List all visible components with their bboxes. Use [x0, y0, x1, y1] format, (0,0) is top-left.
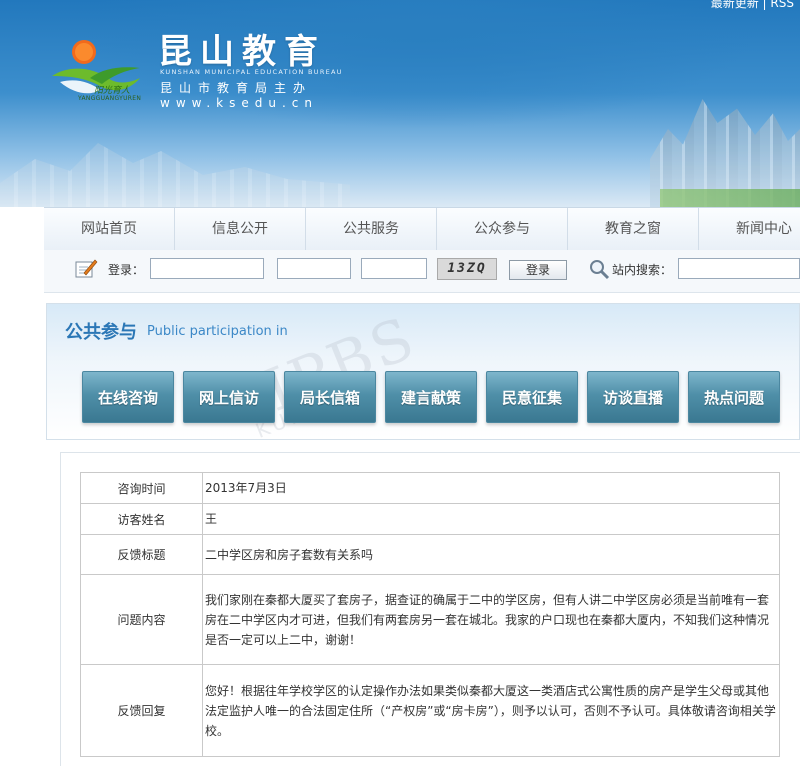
name-value: 王: [202, 503, 780, 535]
question-value: 我们家刚在秦都大厦买了套房子，据查证的确属于二中的学区房，但有人讲二中学区房必须…: [202, 574, 780, 665]
question-label: 问题内容: [80, 574, 203, 665]
site-english-name: KUNSHAN MUNICIPAL EDUCATION BUREAU: [160, 68, 343, 76]
section-panel: 公共参与 Public participation in IPBS KUNSHA…: [46, 303, 800, 443]
nav-home[interactable]: 网站首页: [44, 208, 175, 250]
consultation-detail-table: 咨询时间 2013年7月3日 访客姓名 王 反馈标题 二中学区房和房子套数有关系…: [80, 472, 780, 757]
table-row: 访客姓名 王: [80, 503, 780, 535]
pen-icon: [75, 259, 98, 278]
nav-info-disclosure[interactable]: 信息公开: [175, 208, 306, 250]
nav-education-window[interactable]: 教育之窗: [568, 208, 699, 250]
login-button[interactable]: 登录: [509, 260, 567, 280]
site-url: www.ksedu.cn: [160, 96, 318, 110]
btn-director-mailbox[interactable]: 局长信箱: [284, 371, 376, 423]
reply-label: 反馈回复: [80, 664, 203, 757]
captcha-image[interactable]: 13ZQ: [437, 258, 497, 280]
search-label: 站内搜索：: [612, 263, 673, 277]
btn-online-petition[interactable]: 网上信访: [183, 371, 275, 423]
btn-suggestions[interactable]: 建言献策: [385, 371, 477, 423]
nav-news-center[interactable]: 新闻中心: [699, 208, 800, 250]
rss-link[interactable]: RSS: [770, 0, 794, 10]
header-banner: 最新更新 | RSS 阳光育人 YANGGUANGYUREN 昆山教育 KUNS…: [0, 0, 800, 207]
login-bar: 登录： 13ZQ 登录 站内搜索：: [44, 250, 800, 293]
btn-hot-topics[interactable]: 热点问题: [688, 371, 780, 423]
section-subtitle: Public participation in: [147, 324, 288, 339]
table-row: 反馈回复 您好！根据往年学校学区的认定操作办法如果类似秦都大厦这一类酒店式公寓性…: [80, 664, 780, 757]
btn-public-opinion[interactable]: 民意征集: [486, 371, 578, 423]
name-label: 访客姓名: [80, 503, 203, 535]
main-nav: 网站首页 信息公开 公共服务 公众参与 教育之窗 新闻中心: [44, 207, 800, 251]
nav-public-participation[interactable]: 公众参与: [437, 208, 568, 250]
username-input[interactable]: [150, 258, 264, 279]
table-row: 咨询时间 2013年7月3日: [80, 472, 780, 504]
time-label: 咨询时间: [80, 472, 203, 504]
city-skyline-left: [0, 143, 350, 207]
subject-value: 二中学区房和房子套数有关系吗: [202, 534, 780, 575]
section-title: 公共参与: [65, 322, 137, 343]
site-search-input[interactable]: [678, 258, 800, 279]
top-links: 最新更新 | RSS: [711, 0, 794, 11]
latest-updates-link[interactable]: 最新更新: [711, 0, 759, 10]
btn-online-consult[interactable]: 在线咨询: [82, 371, 174, 423]
magnifier-icon: [590, 260, 610, 280]
time-value: 2013年7月3日: [202, 472, 780, 504]
btn-interview-live[interactable]: 访谈直播: [587, 371, 679, 423]
site-title: 昆山教育: [158, 32, 326, 72]
logo-subtitle: YANGGUANGYUREN: [78, 95, 142, 102]
subject-label: 反馈标题: [80, 534, 203, 575]
login-label: 登录：: [108, 263, 145, 277]
grass-strip: [660, 189, 800, 207]
table-row: 反馈标题 二中学区房和房子套数有关系吗: [80, 534, 780, 575]
top-links-separator: |: [762, 0, 767, 10]
reply-value: 您好！根据往年学校学区的认定操作办法如果类似秦都大厦这一类酒店式公寓性质的房产是…: [202, 664, 780, 757]
table-row: 问题内容 我们家刚在秦都大厦买了套房子，据查证的确属于二中的学区房，但有人讲二中…: [80, 574, 780, 665]
nav-public-service[interactable]: 公共服务: [306, 208, 437, 250]
password-input[interactable]: [277, 258, 351, 279]
captcha-input[interactable]: [361, 258, 427, 279]
site-host: 昆山市教育局主办: [160, 81, 313, 95]
